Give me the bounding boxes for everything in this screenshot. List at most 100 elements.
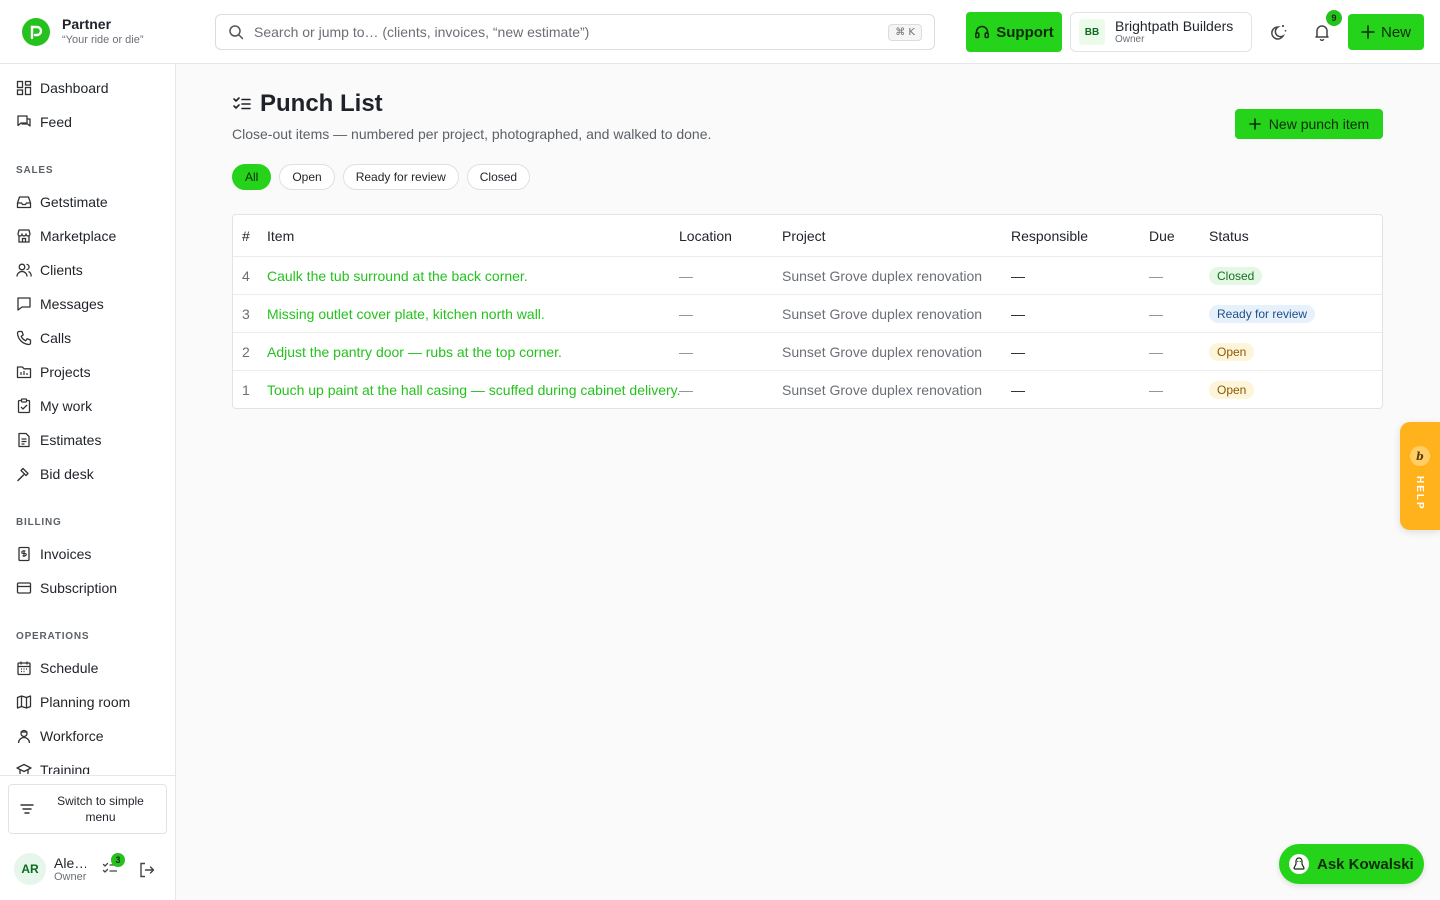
top-bar: Partner “Your ride or die” ⌘ K Support B… (0, 0, 1440, 64)
column-header-responsible[interactable]: Responsible (1011, 215, 1088, 256)
logout-button[interactable] (138, 861, 156, 884)
page-subtitle: Close-out items — numbered per project, … (232, 126, 712, 142)
row-item-link[interactable]: Missing outlet cover plate, kitchen nort… (267, 295, 545, 332)
punch-list-table: # Item Location Project Responsible Due … (232, 214, 1383, 409)
sidebar-item-feed[interactable]: Feed (8, 107, 168, 137)
filter-all[interactable]: All (232, 164, 272, 190)
table-row[interactable]: 4 Caulk the tub surround at the back cor… (233, 257, 1382, 295)
calendar-icon (17, 661, 31, 676)
row-item-link[interactable]: Caulk the tub surround at the back corne… (267, 257, 528, 294)
page-header: Punch List Close-out items — numbered pe… (232, 90, 711, 142)
headset-icon (975, 25, 990, 39)
org-name: Brightpath Builders (1115, 18, 1234, 34)
sidebar-item-label: Estimates (40, 432, 102, 448)
table-header: # Item Location Project Responsible Due … (233, 215, 1382, 257)
table-row[interactable]: 2 Adjust the pantry door — rubs at the t… (233, 333, 1382, 371)
user-profile[interactable]: AR Ale… Owner 3 (14, 852, 164, 886)
sidebar-item-planning-room[interactable]: Planning room (8, 687, 168, 717)
plus-icon (1361, 25, 1375, 39)
sidebar-item-getstimate[interactable]: Getstimate (8, 187, 168, 217)
sidebar-item-label: Planning room (40, 694, 131, 710)
sidebar-item-label: Workforce (40, 728, 104, 744)
filter-closed[interactable]: Closed (466, 164, 531, 190)
status-badge: Ready for review (1209, 304, 1316, 323)
switch-menu-label: Switch to simple menu (57, 794, 144, 824)
row-location: — (679, 343, 693, 360)
sidebar-nav[interactable]: Dashboard Feed SALES Getstimate Marketpl… (0, 64, 175, 774)
filter-open[interactable]: Open (279, 164, 335, 190)
row-due: — (1149, 382, 1163, 398)
sidebar-item-bid-desk[interactable]: Bid desk (8, 459, 168, 489)
user-role: Owner (54, 870, 87, 883)
row-project: Sunset Grove duplex renovation (782, 305, 983, 322)
row-item-link[interactable]: Touch up paint at the hall casing — scuf… (267, 371, 681, 408)
column-header-number[interactable]: # (242, 215, 250, 256)
column-header-project[interactable]: Project (782, 215, 826, 256)
column-header-location[interactable]: Location (679, 215, 732, 256)
sidebar-item-label: Getstimate (40, 194, 108, 210)
sidebar-item-marketplace[interactable]: Marketplace (8, 221, 168, 251)
row-due: — (1149, 267, 1163, 284)
sidebar-item-label: Dashboard (40, 80, 109, 96)
ask-kowalski-button[interactable]: Ask Kowalski (1279, 844, 1424, 884)
organization-switcher[interactable]: BB Brightpath Builders Owner (1070, 12, 1252, 52)
theme-toggle-button[interactable] (1264, 18, 1292, 46)
column-header-due[interactable]: Due (1149, 215, 1175, 256)
search-input[interactable] (254, 24, 879, 40)
row-project: Sunset Grove duplex renovation (782, 343, 983, 360)
row-project: Sunset Grove duplex renovation (782, 382, 983, 398)
moon-sun-icon (1271, 25, 1287, 40)
sidebar-item-dashboard[interactable]: Dashboard (8, 73, 168, 103)
row-number: 1 (242, 382, 250, 398)
brand-logo-icon (22, 17, 50, 46)
status-badge: Open (1209, 342, 1255, 361)
sidebar-section-sales: SALES (16, 165, 54, 176)
search-bar[interactable]: ⌘ K (215, 14, 935, 50)
sidebar-item-training[interactable]: Training (8, 755, 168, 774)
sidebar-item-label: Training (40, 762, 91, 774)
notifications-button[interactable]: 9 (1308, 10, 1342, 46)
help-tab-label: HELP (1414, 476, 1425, 511)
sidebar-item-label: Feed (40, 114, 72, 130)
avatar: AR (14, 853, 46, 885)
support-button[interactable]: Support (966, 12, 1062, 52)
sidebar-item-label: My work (40, 398, 93, 414)
sidebar-item-clients[interactable]: Clients (8, 255, 168, 285)
column-header-item[interactable]: Item (267, 215, 294, 256)
sidebar-item-schedule[interactable]: Schedule (8, 653, 168, 683)
search-icon (229, 25, 244, 40)
task-count-badge: 3 (111, 853, 125, 867)
column-header-status[interactable]: Status (1209, 215, 1249, 256)
sidebar-divider (0, 775, 175, 776)
sidebar-item-label: Bid desk (40, 466, 94, 482)
sidebar-item-label: Schedule (40, 660, 99, 676)
dashboard-icon (16, 80, 32, 96)
table-row[interactable]: 1 Touch up paint at the hall casing — sc… (233, 371, 1382, 408)
filter-ready-for-review[interactable]: Ready for review (342, 164, 459, 190)
row-responsible: — (1011, 267, 1025, 284)
sidebar-item-label: Subscription (40, 580, 118, 596)
sidebar-item-invoices[interactable]: Invoices (8, 539, 168, 569)
new-button[interactable]: New (1348, 14, 1424, 50)
sidebar-item-projects[interactable]: Projects (8, 357, 168, 387)
brand[interactable]: Partner “Your ride or die” (22, 16, 144, 47)
sidebar-item-my-work[interactable]: My work (8, 391, 168, 421)
sidebar-item-subscription[interactable]: Subscription (8, 573, 168, 603)
sidebar-item-estimates[interactable]: Estimates (8, 425, 168, 455)
row-responsible: — (1011, 343, 1025, 360)
row-item-link[interactable]: Adjust the pantry door — rubs at the top… (267, 333, 562, 370)
ask-kowalski-label: Ask Kowalski (1317, 855, 1414, 873)
row-location: — (679, 305, 693, 322)
sidebar-item-messages[interactable]: Messages (8, 289, 168, 319)
sidebar-item-label: Marketplace (40, 228, 117, 244)
sidebar-item-workforce[interactable]: Workforce (8, 721, 168, 751)
row-project: Sunset Grove duplex renovation (782, 267, 983, 284)
status-badge: Closed (1209, 266, 1263, 285)
new-punch-item-button[interactable]: New punch item (1235, 109, 1383, 139)
sidebar-item-calls[interactable]: Calls (8, 323, 168, 353)
switch-to-simple-menu-button[interactable]: Switch to simple menu (8, 784, 167, 834)
table-row[interactable]: 3 Missing outlet cover plate, kitchen no… (233, 295, 1382, 333)
tasks-button[interactable]: 3 (102, 853, 125, 882)
help-tab[interactable]: b HELP (1400, 422, 1440, 530)
new-label: New (1380, 23, 1411, 41)
